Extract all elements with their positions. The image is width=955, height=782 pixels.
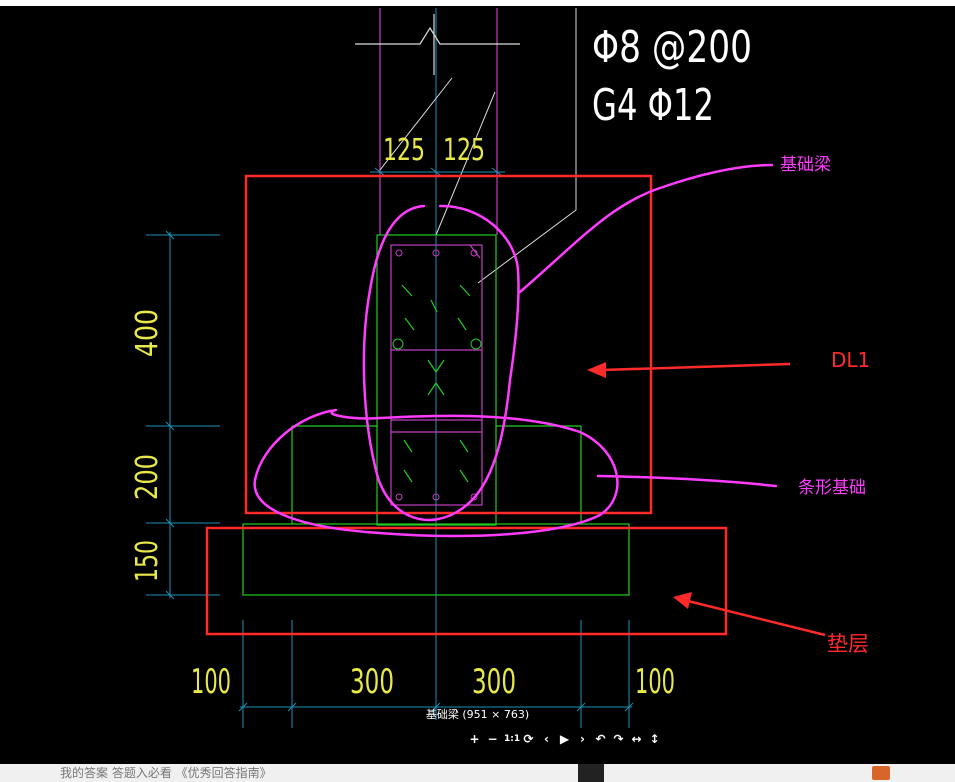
rotate-left-button[interactable]: ↶ [594, 732, 607, 746]
flip-vertical-button[interactable]: ↕ [648, 732, 661, 746]
rotate-right-button[interactable]: ↷ [612, 732, 625, 746]
rebar-spec-line2: G4 Φ12 [592, 80, 714, 131]
dim-left-lower: 150 [130, 540, 165, 582]
prev-button[interactable]: ‹ [540, 732, 553, 746]
footer-orange-icon [872, 766, 890, 780]
reset-button[interactable]: ⟳ [522, 732, 535, 746]
label-foundation-beam: 基础梁 [780, 155, 831, 175]
zoom-in-button[interactable]: + [468, 732, 481, 746]
drawing-canvas: Φ8 @200 G4 Φ12 125 125 400 200 150 100 3… [0, 0, 955, 764]
flip-horizontal-button[interactable]: ↔ [630, 732, 643, 746]
dim-bottom-1: 100 [191, 662, 231, 702]
page-footer-strip: 我的答案 答题入必看 《优秀回答指南》 [0, 764, 955, 782]
label-cushion-layer: 垫层 [827, 632, 869, 656]
dim-left-middle: 200 [130, 454, 165, 500]
actual-size-button[interactable]: 1:1 [504, 734, 520, 744]
rebar-spec-line1: Φ8 @200 [592, 22, 752, 73]
dim-left-upper: 400 [130, 309, 165, 357]
label-dl1: DL1 [831, 348, 870, 372]
top-white-strip [0, 0, 955, 6]
dim-top-left: 125 [383, 133, 425, 168]
drawing-background [0, 0, 955, 764]
label-strip-foundation: 条形基础 [798, 478, 866, 498]
image-viewer-toolbar: + − 1:1 ⟳ ‹ ▶ › ↶ ↷ ↔ ↕ [468, 729, 661, 749]
dim-bottom-3: 300 [472, 662, 516, 702]
zoom-out-button[interactable]: − [486, 732, 499, 746]
dim-bottom-2: 300 [350, 662, 394, 702]
footer-dark-block [578, 764, 604, 782]
footer-links[interactable]: 我的答案 答题入必看 《优秀回答指南》 [60, 764, 272, 781]
dim-top-right: 125 [443, 133, 485, 168]
play-button[interactable]: ▶ [558, 732, 571, 746]
image-viewer-caption: 基础梁 (951 × 763) [425, 708, 530, 721]
next-button[interactable]: › [576, 732, 589, 746]
dim-bottom-4: 100 [635, 662, 675, 702]
